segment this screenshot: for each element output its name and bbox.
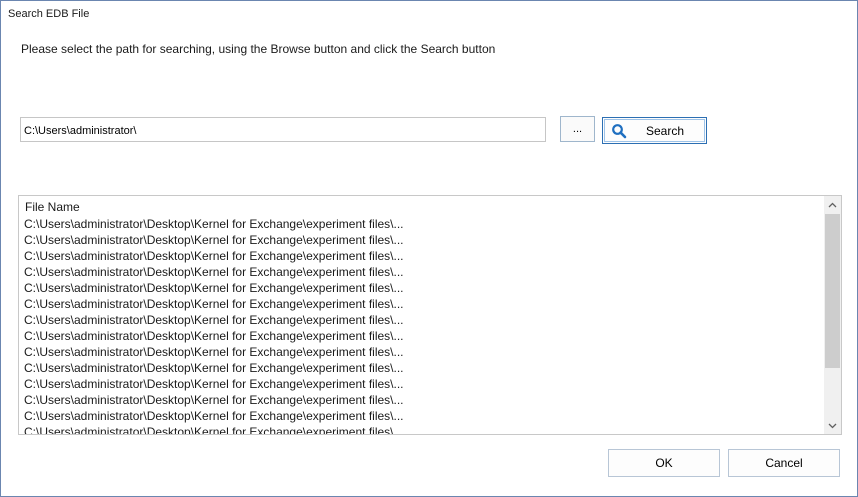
browse-button[interactable]: ... — [560, 116, 595, 142]
file-list[interactable]: File Name C:\Users\administrator\Desktop… — [18, 195, 842, 435]
list-item[interactable]: C:\Users\administrator\Desktop\Kernel fo… — [24, 360, 824, 376]
list-item[interactable]: C:\Users\administrator\Desktop\Kernel fo… — [24, 344, 824, 360]
list-item[interactable]: C:\Users\administrator\Desktop\Kernel fo… — [24, 376, 824, 392]
file-list-rows: C:\Users\administrator\Desktop\Kernel fo… — [24, 216, 824, 434]
file-name-column-header[interactable]: File Name — [25, 200, 80, 214]
instructions-text: Please select the path for searching, us… — [21, 42, 496, 56]
ok-button[interactable]: OK — [608, 449, 720, 477]
list-item[interactable]: C:\Users\administrator\Desktop\Kernel fo… — [24, 392, 824, 408]
list-item[interactable]: C:\Users\administrator\Desktop\Kernel fo… — [24, 312, 824, 328]
search-icon — [612, 124, 627, 139]
path-input[interactable] — [20, 117, 546, 142]
list-item[interactable]: C:\Users\administrator\Desktop\Kernel fo… — [24, 280, 824, 296]
search-button-label: Search — [646, 124, 685, 138]
list-item[interactable]: C:\Users\administrator\Desktop\Kernel fo… — [24, 328, 824, 344]
scroll-down-button[interactable] — [824, 417, 841, 434]
chevron-up-icon — [828, 202, 837, 207]
vertical-scrollbar[interactable] — [824, 196, 841, 434]
search-edb-dialog: Search EDB File Please select the path f… — [0, 0, 858, 497]
list-item[interactable]: C:\Users\administrator\Desktop\Kernel fo… — [24, 424, 824, 434]
scroll-thumb[interactable] — [825, 214, 840, 368]
list-item[interactable]: C:\Users\administrator\Desktop\Kernel fo… — [24, 408, 824, 424]
search-button[interactable]: Search — [602, 117, 707, 144]
list-item[interactable]: C:\Users\administrator\Desktop\Kernel fo… — [24, 232, 824, 248]
scroll-up-button[interactable] — [824, 196, 841, 213]
list-item[interactable]: C:\Users\administrator\Desktop\Kernel fo… — [24, 296, 824, 312]
chevron-down-icon — [828, 423, 837, 428]
list-item[interactable]: C:\Users\administrator\Desktop\Kernel fo… — [24, 264, 824, 280]
list-item[interactable]: C:\Users\administrator\Desktop\Kernel fo… — [24, 216, 824, 232]
cancel-button[interactable]: Cancel — [728, 449, 840, 477]
dialog-title: Search EDB File — [8, 8, 90, 20]
list-item[interactable]: C:\Users\administrator\Desktop\Kernel fo… — [24, 248, 824, 264]
